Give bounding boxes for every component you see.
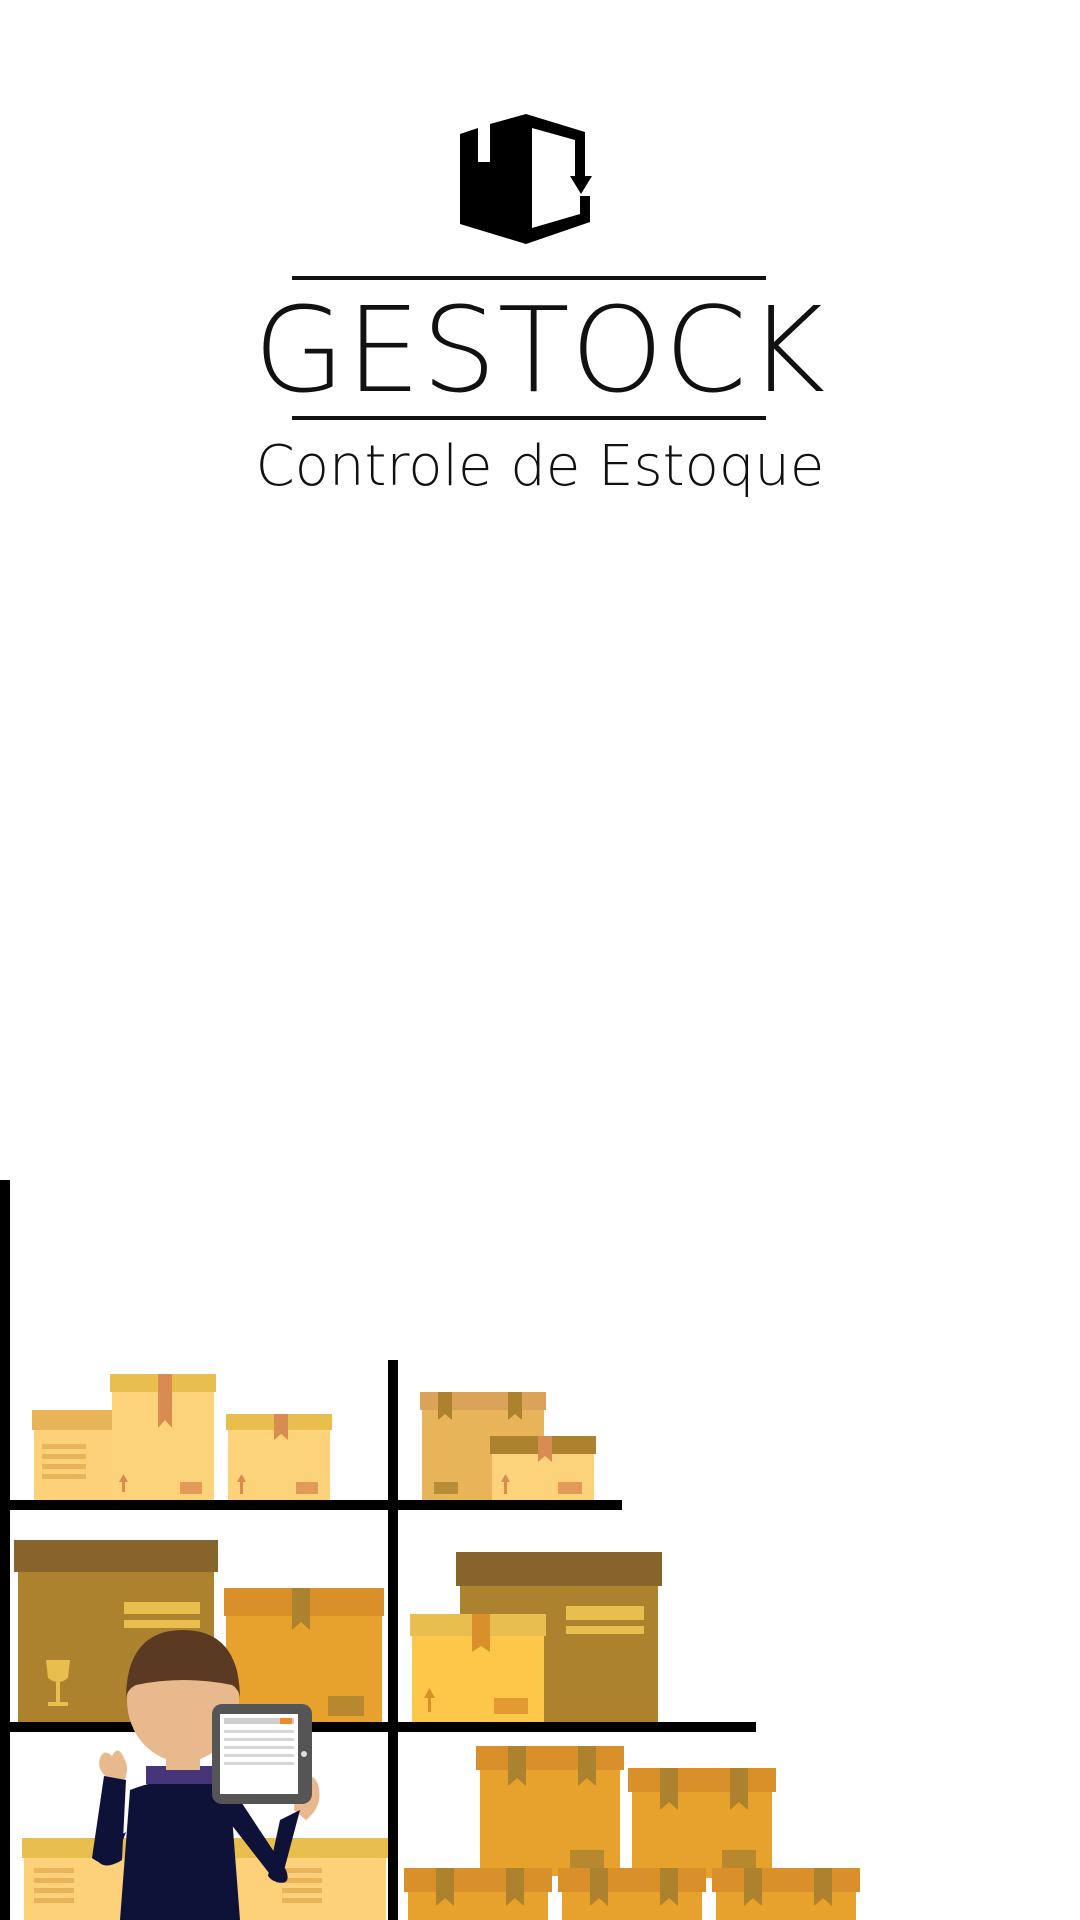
box-middle-left-2: [224, 1588, 384, 1722]
box-bottom-right-2: [628, 1768, 776, 1878]
box-bottom-right-row: [404, 1868, 860, 1920]
box-top-left-3: [226, 1414, 332, 1500]
shelf-top-board: [0, 1500, 622, 1510]
box-top-left-2: [110, 1374, 216, 1500]
app-subtitle: Controle de Estoque: [255, 434, 825, 499]
shelf-middle-post: [388, 1360, 398, 1920]
box-middle-right-2: [410, 1614, 546, 1722]
box-top-right-2: [490, 1436, 596, 1500]
box-top-left-1: [32, 1410, 118, 1500]
box-bottom-right-1: [476, 1746, 624, 1876]
shelf-middle-board: [0, 1722, 756, 1732]
warehouse-illustration: [0, 1180, 860, 1920]
tablet-device: [212, 1704, 312, 1804]
logo-box-icon: [460, 114, 592, 244]
title-bottom-rule: [292, 416, 766, 420]
app-title: GESTOCK: [253, 281, 827, 419]
shelf-left-post: [0, 1180, 10, 1920]
